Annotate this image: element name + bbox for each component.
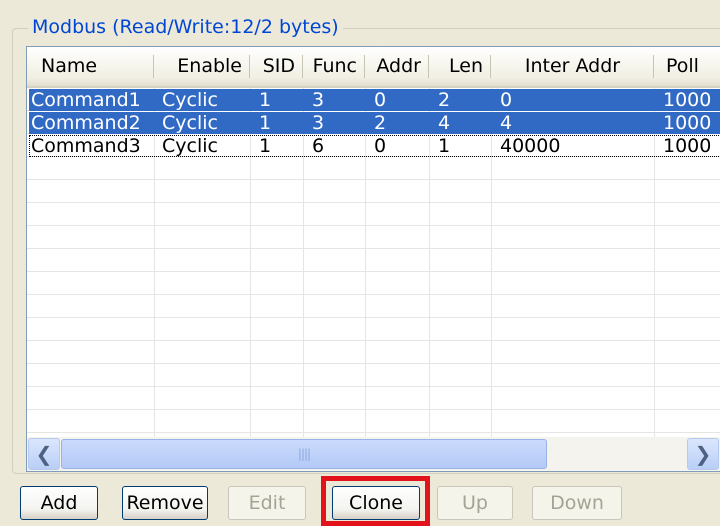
grid-line bbox=[27, 363, 720, 364]
grip-icon: |||| bbox=[297, 447, 311, 461]
table-row-command3[interactable]: Command3 Cyclic 1 6 0 1 40000 1000 bbox=[29, 135, 720, 157]
column-header-name[interactable]: Name bbox=[27, 47, 154, 86]
column-header-len[interactable]: Len bbox=[429, 47, 491, 86]
cell-func: 3 bbox=[312, 89, 325, 111]
arrow-right-icon: ❯ bbox=[694, 442, 712, 466]
groupbox-title: Modbus (Read/Write:12/2 bytes) bbox=[28, 14, 343, 40]
cell-name: Command2 bbox=[31, 112, 141, 134]
up-button[interactable]: Up bbox=[437, 486, 513, 520]
cell-len: 4 bbox=[438, 112, 451, 134]
cell-addr: 2 bbox=[374, 112, 387, 134]
column-header-enable[interactable]: Enable bbox=[154, 47, 250, 86]
cell-len: 1 bbox=[438, 135, 451, 157]
cell-sid: 1 bbox=[259, 89, 272, 111]
cell-enable: Cyclic bbox=[162, 89, 218, 111]
cell-len: 2 bbox=[438, 89, 451, 111]
grid-line bbox=[27, 432, 720, 433]
cell-name: Command1 bbox=[31, 89, 141, 111]
grid-line bbox=[27, 409, 720, 410]
cell-sid: 1 bbox=[259, 135, 272, 157]
column-header-func[interactable]: Func bbox=[303, 47, 365, 86]
scroll-thumb[interactable]: |||| bbox=[61, 439, 547, 469]
horizontal-scrollbar[interactable]: ❮ |||| ❯ bbox=[27, 437, 720, 471]
cell-inter-addr: 4 bbox=[500, 112, 513, 134]
cell-poll: 1000 bbox=[663, 89, 712, 111]
column-header-poll[interactable]: Poll bbox=[654, 47, 720, 86]
list-header: Name Enable SID Func Addr Len Inter Addr… bbox=[27, 47, 720, 88]
grid-line bbox=[27, 248, 720, 249]
column-header-sid[interactable]: SID bbox=[250, 47, 303, 86]
remove-button[interactable]: Remove bbox=[122, 486, 208, 520]
grid-line bbox=[27, 225, 720, 226]
down-button[interactable]: Down bbox=[532, 486, 622, 520]
table-row-command2[interactable]: Command2 Cyclic 1 3 2 4 4 1000 bbox=[29, 112, 720, 134]
add-button[interactable]: Add bbox=[20, 486, 98, 520]
cell-func: 3 bbox=[312, 112, 325, 134]
cell-addr: 0 bbox=[374, 89, 387, 111]
edit-button[interactable]: Edit bbox=[228, 486, 306, 520]
cell-addr: 0 bbox=[374, 135, 387, 157]
scroll-left-button[interactable]: ❮ bbox=[28, 438, 60, 470]
scroll-right-button[interactable]: ❯ bbox=[687, 438, 719, 470]
cell-enable: Cyclic bbox=[162, 135, 218, 157]
cell-name: Command3 bbox=[31, 135, 141, 157]
column-header-inter-addr[interactable]: Inter Addr bbox=[491, 47, 654, 86]
cell-func: 6 bbox=[312, 135, 325, 157]
grid-line bbox=[27, 179, 720, 180]
table-row-command1[interactable]: Command1 Cyclic 1 3 0 2 0 1000 bbox=[29, 89, 720, 111]
grid-line bbox=[27, 294, 720, 295]
cell-inter-addr: 0 bbox=[500, 89, 513, 111]
cell-enable: Cyclic bbox=[162, 112, 218, 134]
cell-poll: 1000 bbox=[663, 135, 712, 157]
grid-line bbox=[27, 340, 720, 341]
clone-button[interactable]: Clone bbox=[332, 486, 420, 520]
cell-inter-addr: 40000 bbox=[500, 135, 561, 157]
arrow-left-icon: ❮ bbox=[35, 442, 53, 466]
column-header-addr[interactable]: Addr bbox=[365, 47, 429, 86]
cell-poll: 1000 bbox=[663, 112, 712, 134]
grid-line bbox=[27, 202, 720, 203]
cell-sid: 1 bbox=[259, 112, 272, 134]
command-list[interactable]: Name Enable SID Func Addr Len Inter Addr… bbox=[26, 46, 720, 472]
list-body: Command1 Cyclic 1 3 0 2 0 1000 Command2 … bbox=[27, 88, 720, 437]
grid-line bbox=[27, 317, 720, 318]
grid-line bbox=[27, 386, 720, 387]
grid-line bbox=[27, 271, 720, 272]
